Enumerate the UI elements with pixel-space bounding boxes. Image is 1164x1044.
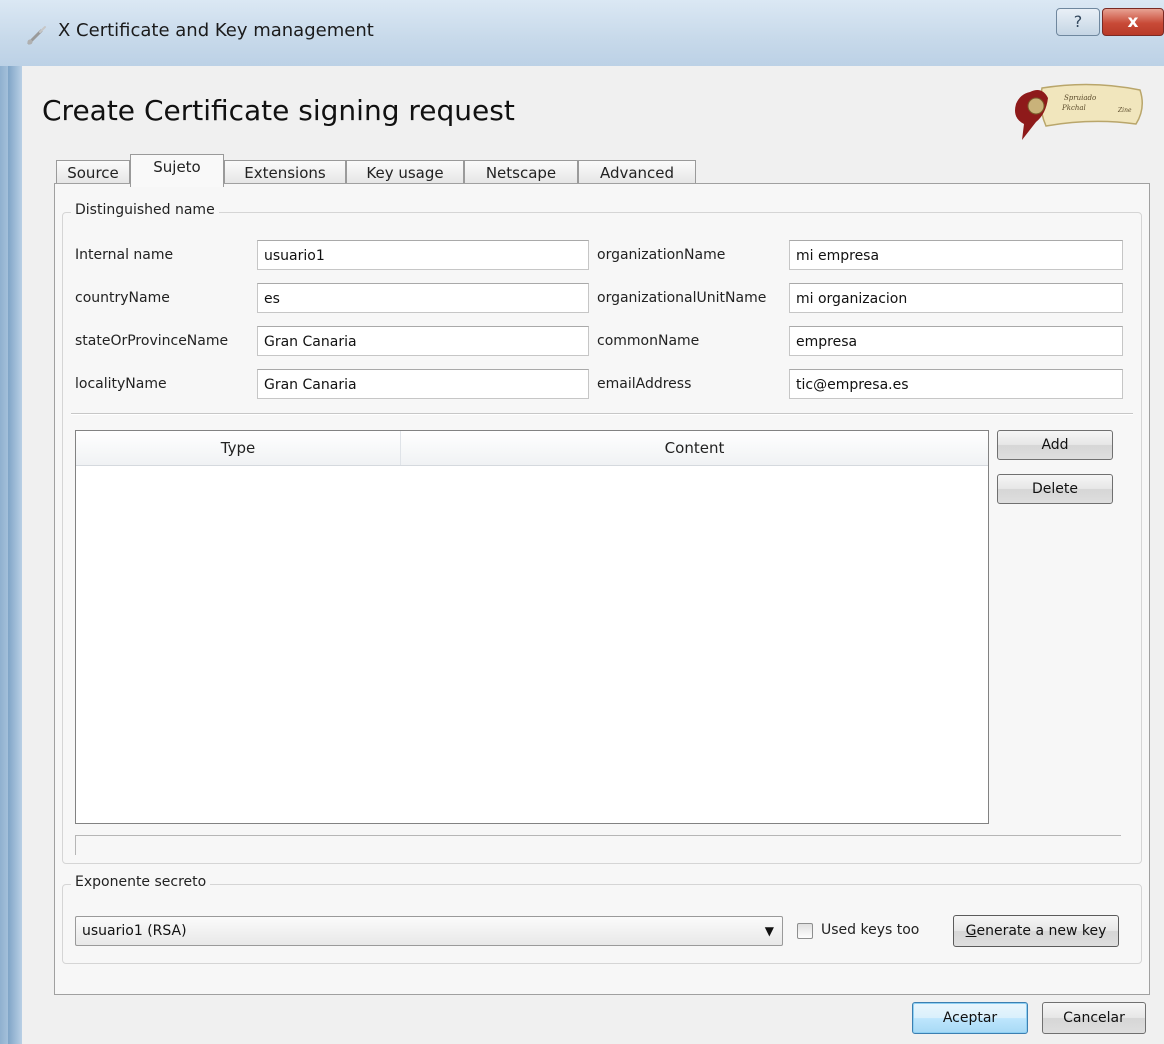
tab-pane-sujeto: Distinguished name Internal name usuario… xyxy=(54,183,1150,995)
generate-key-label: enerate a new key xyxy=(976,923,1107,939)
help-button[interactable]: ? xyxy=(1056,8,1100,36)
country-name-field[interactable]: es xyxy=(257,283,589,313)
add-button[interactable]: Add xyxy=(997,430,1113,460)
email-address-field[interactable]: tic@empresa.es xyxy=(789,369,1123,399)
logo-text-3: Zine xyxy=(1117,107,1132,114)
distinguished-name-group: Distinguished name Internal name usuario… xyxy=(62,202,1142,864)
status-line xyxy=(75,835,1121,855)
dialog-client-area: Create Certificate signing request Sprui… xyxy=(22,66,1164,1044)
separator xyxy=(71,413,1133,415)
state-label: stateOrProvinceName xyxy=(75,333,229,349)
dialog-heading: Create Certificate signing request xyxy=(42,94,515,127)
internal-name-label: Internal name xyxy=(75,247,174,263)
internal-name-field[interactable]: usuario1 xyxy=(257,240,589,270)
logo-text-1: Spruiado xyxy=(1064,94,1096,102)
generate-key-button[interactable]: Generate a new key xyxy=(953,915,1119,947)
private-key-title: Exponente secreto xyxy=(71,874,211,890)
locality-field[interactable]: Gran Canaria xyxy=(257,369,589,399)
cancel-button[interactable]: Cancelar xyxy=(1042,1002,1146,1034)
table-header: Type Content xyxy=(76,431,988,466)
window-title: X Certificate and Key management xyxy=(58,20,374,41)
generate-key-mnemonic: G xyxy=(965,923,977,939)
country-name-label: countryName xyxy=(75,290,170,306)
scroll-logo-icon: Spruiado Pkchal Zine xyxy=(1015,83,1143,140)
org-unit-field[interactable]: mi organizacion xyxy=(789,283,1123,313)
column-header-content[interactable]: Content xyxy=(401,431,988,465)
delete-button[interactable]: Delete xyxy=(997,474,1113,504)
used-keys-label[interactable]: Used keys too xyxy=(821,922,919,938)
private-key-selected: usuario1 (RSA) xyxy=(82,923,187,939)
distinguished-name-title: Distinguished name xyxy=(71,202,219,218)
chevron-down-icon[interactable]: ▼ xyxy=(765,917,774,945)
email-address-label: emailAddress xyxy=(597,376,692,392)
used-keys-checkbox[interactable] xyxy=(797,923,813,939)
private-key-group: Exponente secreto usuario1 (RSA) ▼ Used … xyxy=(62,874,1142,964)
column-header-type[interactable]: Type xyxy=(76,431,401,465)
common-name-label: commonName xyxy=(597,333,700,349)
org-unit-label: organizationalUnitName xyxy=(597,290,767,306)
certificate-app-icon xyxy=(27,26,46,45)
private-key-select[interactable]: usuario1 (RSA) ▼ xyxy=(75,916,783,946)
organization-name-label: organizationName xyxy=(597,247,726,263)
close-button[interactable]: x xyxy=(1102,8,1164,36)
locality-label: localityName xyxy=(75,376,167,392)
ok-button[interactable]: Aceptar xyxy=(912,1002,1028,1034)
common-name-field[interactable]: empresa xyxy=(789,326,1123,356)
title-bar[interactable]: X Certificate and Key management ? x xyxy=(0,0,1164,66)
tab-sujeto[interactable]: Sujeto xyxy=(130,154,224,187)
logo-text-2: Pkchal xyxy=(1061,104,1086,112)
organization-name-field[interactable]: mi empresa xyxy=(789,240,1123,270)
extra-attributes-table[interactable]: Type Content xyxy=(75,430,989,824)
state-field[interactable]: Gran Canaria xyxy=(257,326,589,356)
